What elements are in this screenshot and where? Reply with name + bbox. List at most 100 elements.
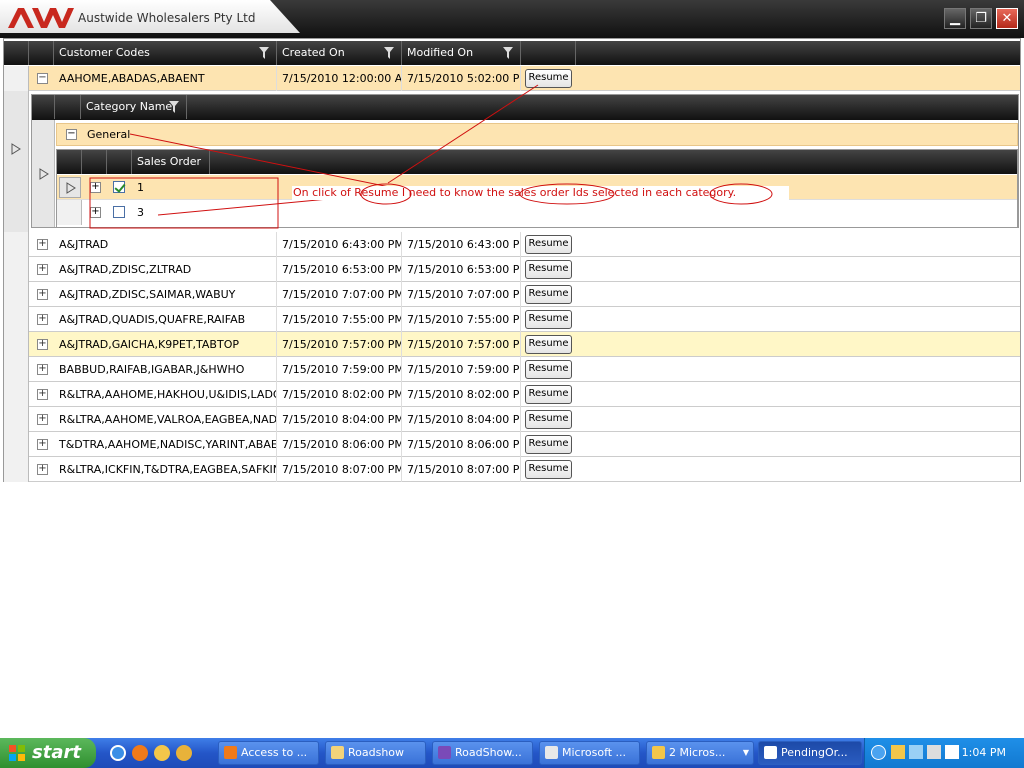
start-label: start (32, 742, 81, 763)
row-indicator[interactable] (4, 457, 29, 482)
resume-button[interactable]: Resume (525, 435, 572, 454)
table-row[interactable]: + A&JTRAD,ZDISC,ZLTRAD 7/15/2010 6:53:00… (4, 257, 1020, 282)
tray-expand-icon[interactable] (871, 745, 886, 760)
expand-icon[interactable]: + (37, 239, 48, 250)
cell-created-on: 7/15/2010 7:59:00 PM (277, 357, 402, 382)
media-player-icon[interactable] (176, 745, 192, 761)
table-row[interactable]: + A&JTRAD 7/15/2010 6:43:00 PM 7/15/2010… (4, 232, 1020, 257)
task-label: Microsoft ... (562, 746, 627, 759)
expand-icon[interactable]: + (37, 439, 48, 450)
start-button[interactable]: start (0, 738, 96, 768)
title-bar: Austwide Wholesalers Pty Ltd ▁ ❐ ✕ (0, 0, 1024, 38)
folder-icon (331, 746, 344, 759)
expand-icon[interactable]: + (37, 414, 48, 425)
expand-icon[interactable]: + (37, 464, 48, 475)
taskbar: start Access to ... Roadshow RoadShow...… (0, 738, 1024, 768)
taskbar-item-microsoft[interactable]: Microsoft ... (539, 741, 640, 765)
cell-customer-codes: R&LTRA,AAHOME,VALROA,EAGBEA,NADISC (54, 407, 277, 432)
cell-customer-codes: BABBUD,RAIFAB,IGABAR,J&HWHO (54, 357, 277, 382)
resume-button[interactable]: Resume (525, 335, 572, 354)
table-row[interactable]: + A&JTRAD,ZDISC,SAIMAR,WABUY 7/15/2010 7… (4, 282, 1020, 307)
kaspersky-icon[interactable] (945, 745, 959, 759)
taskbar-item-roadshow-app[interactable]: RoadShow... (432, 741, 533, 765)
resume-button[interactable]: Resume (525, 285, 572, 304)
expand-icon[interactable]: + (37, 289, 48, 300)
row-indicator[interactable] (4, 332, 29, 357)
taskbar-item-access[interactable]: Access to ... (218, 741, 319, 765)
table-row[interactable]: + R&LTRA,AAHOME,VALROA,EAGBEA,NADISC 7/1… (4, 407, 1020, 432)
taskbar-item-2-microsoft[interactable]: 2 Micros... ▼ (646, 741, 754, 765)
ie-icon[interactable] (110, 745, 126, 761)
minimize-button[interactable]: ▁ (944, 8, 966, 29)
firefox-icon (224, 746, 237, 759)
cell-customer-codes: T&DTRA,AAHOME,NADISC,YARINT,ABAENT (54, 432, 277, 457)
outlook-icon[interactable] (154, 745, 170, 761)
firefox-icon[interactable] (132, 745, 148, 761)
resume-button[interactable]: Resume (525, 260, 572, 279)
resume-button[interactable]: Resume (525, 460, 572, 479)
windows-flag-icon (9, 745, 25, 761)
expand-icon[interactable]: + (37, 264, 48, 275)
row-indicator[interactable] (4, 407, 29, 432)
cell-modified-on: 7/15/2010 8:06:00 PM (402, 432, 521, 457)
resume-button[interactable]: Resume (525, 385, 572, 404)
cell-customer-codes: A&JTRAD (54, 232, 277, 257)
table-row[interactable]: + A&JTRAD,GAICHA,K9PET,TABTOP 7/15/2010 … (4, 332, 1020, 357)
cell-modified-on: 7/15/2010 7:55:00 PM (402, 307, 521, 332)
tool-icon (545, 746, 558, 759)
outlook-tray-icon[interactable] (891, 745, 905, 759)
task-label: 2 Micros... (669, 746, 726, 759)
row-indicator[interactable] (4, 257, 29, 282)
table-row[interactable]: + R&LTRA,AAHOME,HAKHOU,U&IDIS,LADOLL 7/1… (4, 382, 1020, 407)
cell-customer-codes: R&LTRA,AAHOME,HAKHOU,U&IDIS,LADOLL (54, 382, 277, 407)
table-row[interactable]: + BABBUD,RAIFAB,IGABAR,J&HWHO 7/15/2010 … (4, 357, 1020, 382)
row-indicator[interactable] (4, 232, 29, 257)
expand-icon[interactable]: + (37, 364, 48, 375)
taskbar-item-roadshow-folder[interactable]: Roadshow (325, 741, 426, 765)
network-icon[interactable] (909, 745, 923, 759)
cell-created-on: 7/15/2010 7:07:00 PM (277, 282, 402, 307)
table-row[interactable]: + R&LTRA,ICKFIN,T&DTRA,EAGBEA,SAFKIN 7/1… (4, 457, 1020, 482)
resume-button[interactable]: Resume (525, 235, 572, 254)
mouse-icon[interactable] (927, 745, 941, 759)
cell-customer-codes: A&JTRAD,QUADIS,QUAFRE,RAIFAB (54, 307, 277, 332)
restore-button[interactable]: ❐ (970, 8, 992, 29)
outlook-icon (652, 746, 665, 759)
system-tray: 1:04 PM (864, 738, 1024, 768)
clock: 1:04 PM (961, 746, 1006, 759)
row-indicator[interactable] (4, 432, 29, 457)
cell-modified-on: 7/15/2010 8:04:00 PM (402, 407, 521, 432)
table-row[interactable]: + A&JTRAD,QUADIS,QUAFRE,RAIFAB 7/15/2010… (4, 307, 1020, 332)
resume-button[interactable]: Resume (525, 310, 572, 329)
cell-modified-on: 7/15/2010 6:43:00 PM (402, 232, 521, 257)
task-label: PendingOr... (781, 746, 848, 759)
resume-button[interactable]: Resume (525, 410, 572, 429)
cell-modified-on: 7/15/2010 8:02:00 PM (402, 382, 521, 407)
cell-customer-codes: A&JTRAD,ZDISC,ZLTRAD (54, 257, 277, 282)
annotation-text: On click of Resume I need to know the sa… (293, 186, 737, 199)
title-tab: Austwide Wholesalers Pty Ltd (0, 0, 300, 33)
expand-icon[interactable]: + (37, 314, 48, 325)
cell-created-on: 7/15/2010 8:07:00 PM (277, 457, 402, 482)
cell-created-on: 7/15/2010 6:43:00 PM (277, 232, 402, 257)
close-button[interactable]: ✕ (996, 8, 1018, 29)
cell-created-on: 7/15/2010 7:55:00 PM (277, 307, 402, 332)
expand-icon[interactable]: + (37, 339, 48, 350)
row-indicator[interactable] (4, 382, 29, 407)
task-label: Access to ... (241, 746, 308, 759)
row-indicator[interactable] (4, 307, 29, 332)
cell-created-on: 7/15/2010 7:57:00 PM (277, 332, 402, 357)
cell-customer-codes: R&LTRA,ICKFIN,T&DTRA,EAGBEA,SAFKIN (54, 457, 277, 482)
resume-button[interactable]: Resume (525, 360, 572, 379)
expand-icon[interactable]: + (37, 389, 48, 400)
row-indicator[interactable] (4, 357, 29, 382)
cell-customer-codes: A&JTRAD,GAICHA,K9PET,TABTOP (54, 332, 277, 357)
cell-modified-on: 7/15/2010 7:07:00 PM (402, 282, 521, 307)
taskbar-item-pendingorders[interactable]: PendingOr... (758, 741, 862, 765)
app-window: Austwide Wholesalers Pty Ltd ▁ ❐ ✕ Custo… (0, 0, 1024, 768)
window-controls: ▁ ❐ ✕ (944, 8, 1018, 29)
row-indicator[interactable] (4, 282, 29, 307)
window-icon (764, 746, 777, 759)
table-row[interactable]: + T&DTRA,AAHOME,NADISC,YARINT,ABAENT 7/1… (4, 432, 1020, 457)
cell-created-on: 7/15/2010 8:04:00 PM (277, 407, 402, 432)
